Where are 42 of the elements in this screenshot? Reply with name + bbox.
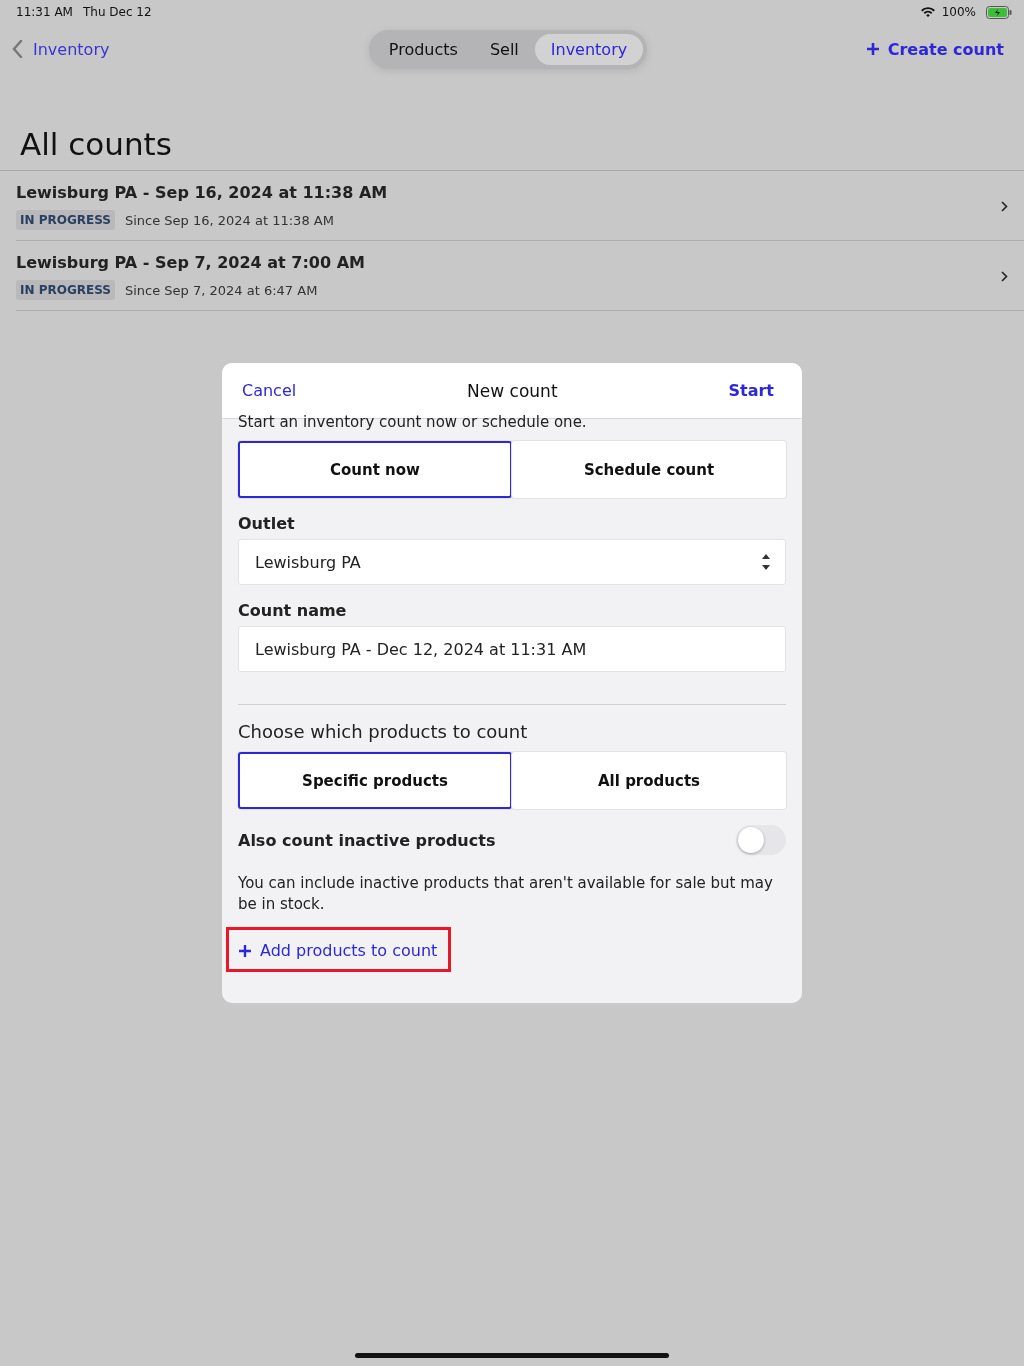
outlet-select[interactable]: Lewisburg PA (238, 539, 786, 585)
count-name-field[interactable]: Lewisburg PA - Dec 12, 2024 at 11:31 AM (238, 626, 786, 672)
scope-option[interactable]: All products (512, 752, 786, 809)
add-products-link[interactable]: Add products to count (238, 941, 438, 960)
toggle-label: Also count inactive products (238, 830, 496, 850)
count-since: Since Sep 16, 2024 at 11:38 AM (124, 212, 334, 228)
count-since: Since Sep 7, 2024 at 6:47 AM (124, 282, 318, 298)
intro-text: Start an inventory count now or schedule one. (238, 413, 588, 431)
battery-icon (986, 5, 1012, 19)
help-text: You can include inactive products that aren't available for sale but may be in stock. (238, 873, 774, 915)
count-row[interactable]: Lewisburg PA - Sep 16, 2024 at 11:38 AM IN PROGRESS Since Sep 16, 2024 at 11:38 AM (16, 171, 1024, 241)
status-time: 11:31 AM (16, 5, 73, 19)
section-tab[interactable]: Inventory (534, 33, 644, 65)
timing-option[interactable]: Count now (238, 441, 512, 498)
status-badge: IN PROGRESS (16, 210, 115, 230)
chevron-icon (1001, 271, 1008, 282)
page-title: All counts (19, 125, 173, 164)
count-row[interactable]: Lewisburg PA - Sep 7, 2024 at 7:00 AM IN PROGRESS Since Sep 7, 2024 at 6:47 AM (16, 241, 1024, 311)
back-button[interactable]: Inventory (12, 39, 110, 59)
scope-option[interactable]: Specific products (238, 752, 512, 809)
count-name: Lewisburg PA - Sep 16, 2024 at 11:38 AM (16, 183, 389, 202)
plus-icon (865, 42, 880, 56)
field-label: Count name (238, 601, 348, 620)
section-heading: Choose which products to count (238, 721, 529, 742)
field-label: Outlet (238, 514, 296, 533)
toggle-switch[interactable] (736, 825, 786, 855)
start-button[interactable]: Start (728, 381, 774, 400)
create-count-button[interactable]: Create count (865, 39, 1004, 59)
dialog-title: New count (467, 380, 558, 401)
status-date: Thu Dec 12 (82, 5, 152, 19)
status-badge: IN PROGRESS (16, 280, 115, 300)
section-tab[interactable]: Products (372, 33, 474, 65)
timing-option[interactable]: Schedule count (512, 441, 786, 498)
wifi-icon (919, 6, 936, 18)
back-chevron-icon (12, 40, 23, 58)
plus-icon (238, 943, 252, 958)
chevron-icon (1001, 201, 1008, 212)
up-down-arrows-icon (761, 552, 771, 572)
cancel-button[interactable]: Cancel (242, 381, 297, 400)
section-tab[interactable]: Sell (473, 33, 535, 65)
battery-percent: 100% (941, 5, 976, 19)
count-name: Lewisburg PA - Sep 7, 2024 at 7:00 AM (16, 253, 366, 272)
